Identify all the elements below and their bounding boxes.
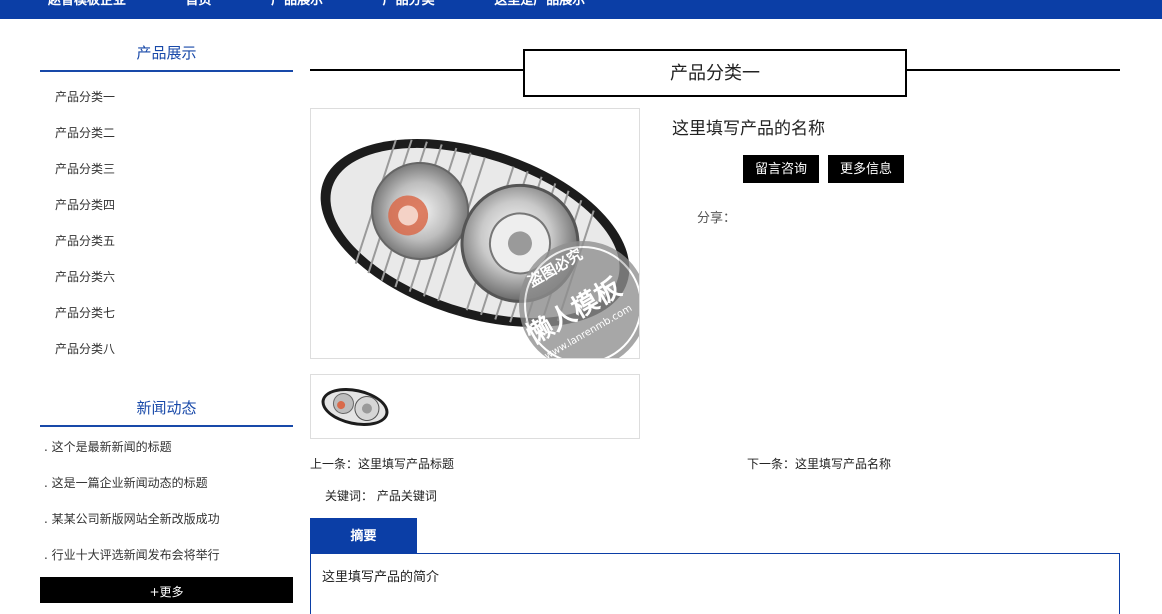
news-item-3[interactable]: . 某某公司新版网站全新改版成功 [44,510,220,527]
consult-button[interactable]: 留言咨询 [743,155,819,183]
keywords-label: 关键词： [325,489,374,503]
news-more-button[interactable]: +更多 [40,577,293,603]
sidebar-item-category-3[interactable]: 产品分类三 [55,160,115,177]
keywords-row: 关键词： 产品关键词 [325,487,437,504]
sidebar-news-divider [40,425,293,427]
nav-item-category[interactable]: 产品分类 [383,0,435,8]
sidebar-item-category-1[interactable]: 产品分类一 [55,88,115,105]
sidebar-item-category-5[interactable]: 产品分类五 [55,232,115,249]
sidebar-item-category-2[interactable]: 产品分类二 [55,124,115,141]
prev-link[interactable]: 上一条：这里填写产品标题 [310,455,454,472]
top-nav-bar: 赵普模板企业 首页 产品展示 产品分类 这里是产品展示 [0,0,1162,19]
sidebar-products-divider [40,70,293,72]
news-item-4[interactable]: . 行业十大评选新闻发布会将举行 [44,546,220,563]
tab-summary[interactable]: 摘要 [310,518,417,554]
headlight-thumb-image [321,388,389,426]
nav-item-products[interactable]: 产品展示 [271,0,323,8]
top-nav: 赵普模板企业 首页 产品展示 产品分类 这里是产品展示 [48,0,640,8]
product-name: 这里填写产品的名称 [672,119,825,139]
nav-item-home[interactable]: 首页 [186,0,212,8]
sidebar-item-category-7[interactable]: 产品分类七 [55,304,115,321]
keywords-value: 产品关键词 [376,489,437,503]
more-info-button[interactable]: 更多信息 [828,155,904,183]
news-item-1[interactable]: . 这个是最新新闻的标题 [44,438,172,455]
sidebar-news-title: 新闻动态 [136,399,197,417]
nav-item-product-page[interactable]: 这里是产品展示 [494,0,585,8]
category-title: 产品分类一 [523,49,907,97]
next-link[interactable]: 下一条：这里填写产品名称 [747,455,891,472]
product-thumbnail[interactable] [310,374,640,439]
sidebar-item-category-4[interactable]: 产品分类四 [55,196,115,213]
sidebar-item-category-6[interactable]: 产品分类六 [55,268,115,285]
summary-text: 这里填写产品的简介 [322,570,440,585]
news-item-2[interactable]: . 这是一篇企业新闻动态的标题 [44,474,208,491]
sidebar-item-category-8[interactable]: 产品分类八 [55,340,115,357]
logo-text: 赵普模板企业 [48,0,127,8]
product-main-image[interactable]: 盗图必究 懒人模板 www.lanrenmb.com [310,108,640,359]
share-label: 分享： [697,211,737,226]
sidebar-products-title: 产品展示 [136,44,197,62]
